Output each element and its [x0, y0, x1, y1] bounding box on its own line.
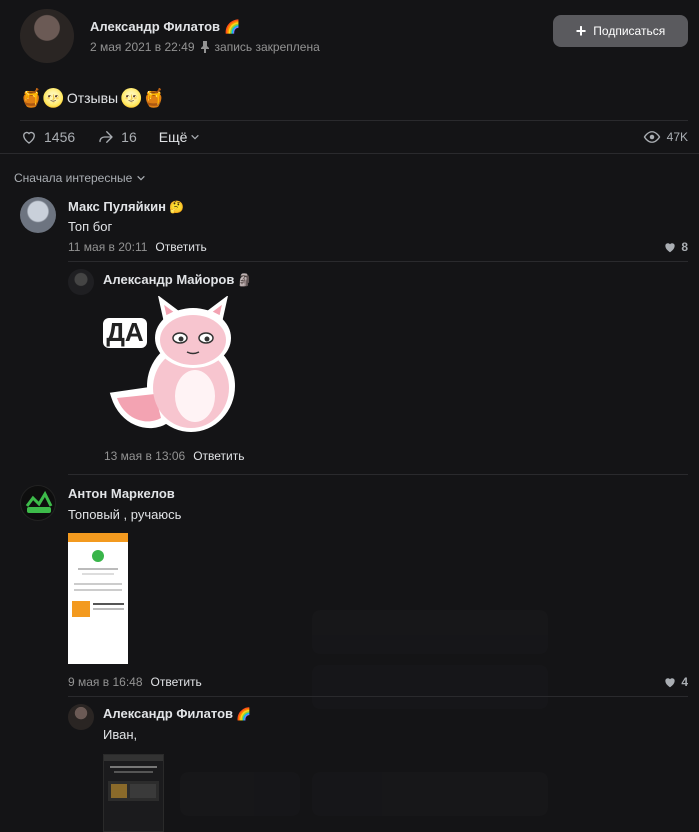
subscribe-button[interactable]: + Подписаться — [553, 15, 688, 47]
share-button[interactable]: 16 — [97, 128, 137, 146]
post-actions: 1456 16 Ещё 47K — [20, 121, 688, 153]
commenter-avatar[interactable] — [68, 704, 94, 730]
rainbow-emoji: 🌈 — [224, 19, 241, 34]
comment-author[interactable]: Антон Маркелов — [68, 486, 175, 501]
post-header: Александр Филатов 🌈 2 мая 2021 в 22:49 за… — [20, 0, 688, 76]
sort-label: Сначала интересные — [14, 170, 133, 185]
heart-icon — [665, 243, 675, 253]
honey-emoji-suffix: 🌝🍯 — [120, 87, 165, 108]
like-button[interactable]: 1456 — [20, 128, 75, 146]
comment-text: Топовый , ручаюсь — [68, 507, 182, 522]
comment-like-button[interactable]: 4 — [663, 675, 688, 689]
author-name-text[interactable]: Александр Филатов — [90, 19, 220, 34]
like-count: 1456 — [44, 129, 76, 145]
post-text: 🍯🌝 Отзывы 🌝🍯 — [20, 76, 688, 120]
sticker-text: ДА — [106, 317, 144, 347]
comment-text: Топ бог — [68, 219, 113, 234]
comment-date[interactable]: 13 мая в 13:06 — [104, 449, 185, 463]
comment-date[interactable]: 9 мая в 16:48 — [68, 675, 143, 689]
reply-button[interactable]: Ответить — [193, 449, 244, 463]
share-icon — [99, 131, 113, 143]
view-count: 47K — [666, 130, 688, 144]
pinned-label: запись закреплена — [214, 40, 320, 54]
divider — [68, 474, 688, 475]
more-button[interactable]: Ещё — [159, 129, 201, 145]
divider — [68, 696, 688, 697]
pin-icon — [200, 41, 209, 53]
comment-meta: 9 мая в 16:48 Ответить — [68, 675, 202, 689]
heart-icon — [665, 678, 675, 688]
rainbow-emoji: 🌈 — [236, 707, 251, 721]
plus-icon: + — [575, 21, 587, 41]
reply-button[interactable]: Ответить — [151, 675, 202, 689]
commenter-avatar[interactable] — [20, 197, 56, 233]
moai-emoji: 🗿 — [237, 273, 253, 287]
comment-author[interactable]: Макс Пуляйкин 🤔 — [68, 199, 184, 214]
more-label: Ещё — [158, 129, 188, 145]
views: 47K — [643, 128, 688, 146]
chevron-down-icon — [191, 134, 200, 140]
commenter-avatar[interactable] — [20, 485, 56, 521]
reply-button[interactable]: Ответить — [155, 240, 206, 254]
honey-emoji-prefix: 🍯🌝 — [20, 87, 65, 108]
comment-like-count: 8 — [681, 240, 688, 254]
post: Александр Филатов 🌈 2 мая 2021 в 22:49 за… — [0, 0, 699, 153]
comment-author[interactable]: Александр Филатов 🌈 — [103, 706, 251, 721]
comment-text: Иван, — [103, 727, 138, 742]
author-name[interactable]: Александр Филатов 🌈 — [90, 19, 240, 35]
heart-icon — [23, 131, 35, 144]
comment-meta: 11 мая в 20:11 Ответить — [68, 240, 207, 254]
commenter-avatar[interactable] — [68, 269, 94, 295]
divider — [68, 261, 688, 262]
chevron-down-icon — [137, 175, 146, 181]
comment-author-text[interactable]: Александр Филатов — [103, 706, 233, 721]
comment-date[interactable]: 11 мая в 20:11 — [68, 240, 147, 254]
sticker-cat: ДА — [103, 296, 235, 432]
post-date[interactable]: 2 мая 2021 в 22:49 — [90, 40, 195, 54]
comment-meta: 13 мая в 13:06 Ответить — [104, 449, 244, 463]
post-text-body: Отзывы — [66, 90, 119, 106]
attached-screenshot[interactable] — [103, 754, 164, 832]
sort-dropdown[interactable]: Сначала интересные — [0, 154, 699, 201]
author-avatar[interactable] — [20, 9, 74, 63]
eye-icon — [643, 131, 660, 143]
comment-like-button[interactable]: 8 — [663, 240, 688, 254]
comment-author-text[interactable]: Александр Майоров — [103, 272, 234, 287]
comment-like-count: 4 — [681, 675, 688, 689]
subscribe-label: Подписаться — [593, 24, 666, 38]
share-count: 16 — [121, 129, 137, 145]
attached-screenshot[interactable] — [68, 533, 128, 664]
logo-icon — [25, 490, 53, 513]
comment-author[interactable]: Александр Майоров 🗿 — [103, 272, 252, 287]
comment-author-text[interactable]: Макс Пуляйкин — [68, 199, 166, 214]
thinking-emoji: 🤔 — [168, 200, 184, 214]
post-meta: 2 мая 2021 в 22:49 запись закреплена — [90, 40, 320, 54]
